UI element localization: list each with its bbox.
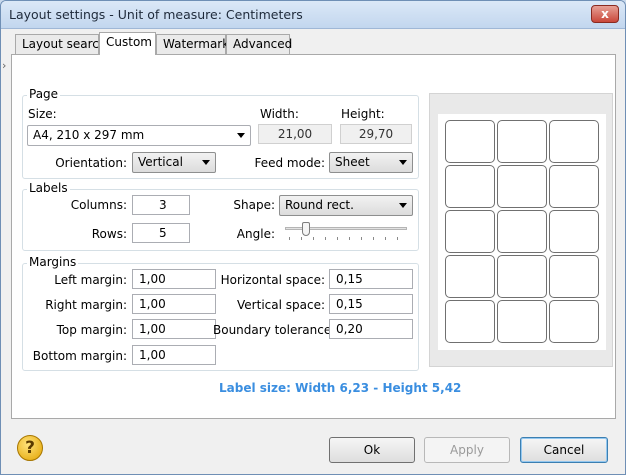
orientation-label: Orientation:: [55, 156, 127, 170]
preview-label-cell: [445, 120, 495, 163]
left-margin-label: Left margin:: [54, 273, 127, 287]
preview-label-cell: [445, 255, 495, 298]
chevron-down-icon: [237, 133, 245, 138]
layout-settings-window: Layout settings - Unit of measure: Centi…: [0, 0, 626, 475]
preview-label-cell: [549, 120, 599, 163]
chevron-down-icon: [399, 160, 407, 165]
chevron-down-icon: [202, 160, 210, 165]
slider-tick: [349, 237, 350, 240]
preview-label-cell: [549, 300, 599, 343]
preview-label-cell: [549, 210, 599, 253]
margins-group-title: Margins: [27, 255, 79, 269]
orientation-select[interactable]: Vertical: [132, 152, 216, 173]
slider-tick: [301, 237, 302, 240]
preview-label-cell: [497, 300, 547, 343]
bottom-margin-label: Bottom margin:: [32, 349, 127, 363]
preview-label-cell: [497, 210, 547, 253]
expand-chevron-icon[interactable]: ›: [2, 59, 6, 72]
left-margin-field[interactable]: 1,00: [132, 269, 216, 289]
height-label: Height:: [341, 107, 385, 121]
size-label: Size:: [28, 107, 57, 121]
slider-tick: [397, 237, 398, 240]
tab-advanced[interactable]: Advanced: [226, 34, 292, 54]
help-button[interactable]: ?: [17, 435, 43, 461]
angle-slider-thumb[interactable]: [302, 222, 310, 236]
right-margin-field[interactable]: 1,00: [132, 294, 216, 314]
rows-label: Rows:: [91, 227, 127, 241]
angle-label: Angle:: [236, 227, 275, 241]
page-group-title: Page: [27, 87, 61, 101]
rows-field[interactable]: 5: [132, 223, 190, 243]
preview-label-cell: [445, 165, 495, 208]
shape-select[interactable]: Round rect.: [279, 195, 413, 216]
size-select[interactable]: A4, 210 x 297 mm: [27, 125, 251, 146]
label-size-info: Label size: Width 6,23 - Height 5,42: [219, 381, 462, 395]
preview-label-cell: [549, 255, 599, 298]
boundary-tolerance-field[interactable]: 0,20: [329, 319, 413, 339]
boundary-tolerance-label: Boundary tolerance:: [213, 323, 336, 337]
slider-tick: [385, 237, 386, 240]
vertical-space-field[interactable]: 0,15: [329, 294, 413, 314]
slider-tick: [337, 237, 338, 240]
title-bar[interactable]: Layout settings - Unit of measure: Centi…: [1, 1, 625, 29]
preview-label-cell: [549, 165, 599, 208]
help-icon: ?: [25, 438, 35, 458]
slider-tick: [313, 237, 314, 240]
slider-tick: [289, 237, 290, 240]
preview-sheet: [438, 114, 606, 350]
orientation-select-value: Vertical: [138, 155, 183, 169]
columns-label: Columns:: [70, 198, 127, 212]
ok-button[interactable]: Ok: [329, 437, 415, 463]
shape-label: Shape:: [233, 198, 275, 212]
preview-label-cell: [497, 120, 547, 163]
feed-mode-label: Feed mode:: [254, 156, 325, 170]
close-button[interactable]: x: [591, 5, 619, 23]
shape-select-value: Round rect.: [285, 198, 354, 212]
preview-label-cell: [445, 300, 495, 343]
window-title: Layout settings - Unit of measure: Centi…: [9, 7, 303, 22]
width-field: 21,00: [258, 124, 332, 144]
apply-button[interactable]: Apply: [424, 437, 510, 463]
width-label: Width:: [260, 107, 299, 121]
horizontal-space-label: Horizontal space:: [220, 273, 325, 287]
bottom-margin-field[interactable]: 1,00: [132, 345, 216, 365]
layout-preview: [429, 93, 613, 367]
slider-tick: [325, 237, 326, 240]
tab-watermark[interactable]: Watermark: [156, 34, 229, 54]
columns-field[interactable]: 3: [132, 195, 190, 215]
preview-label-cell: [497, 255, 547, 298]
horizontal-space-field[interactable]: 0,15: [329, 269, 413, 289]
size-select-value: A4, 210 x 297 mm: [33, 128, 145, 142]
top-margin-field[interactable]: 1,00: [132, 319, 216, 339]
preview-label-cell: [445, 210, 495, 253]
feed-mode-select[interactable]: Sheet: [329, 152, 413, 173]
angle-slider[interactable]: [285, 221, 409, 243]
slider-tick: [361, 237, 362, 240]
preview-label-cell: [497, 165, 547, 208]
tab-layout-search[interactable]: Layout search: [15, 34, 106, 54]
height-field: 29,70: [340, 124, 412, 144]
tab-custom[interactable]: Custom: [99, 32, 156, 55]
close-icon: x: [601, 7, 609, 21]
slider-tick: [373, 237, 374, 240]
labels-group-title: Labels: [27, 181, 70, 195]
right-margin-label: Right margin:: [45, 298, 127, 312]
chevron-down-icon: [399, 203, 407, 208]
top-margin-label: Top margin:: [56, 323, 127, 337]
vertical-space-label: Vertical space:: [237, 298, 325, 312]
feed-mode-select-value: Sheet: [335, 155, 370, 169]
cancel-button[interactable]: Cancel: [520, 437, 608, 463]
